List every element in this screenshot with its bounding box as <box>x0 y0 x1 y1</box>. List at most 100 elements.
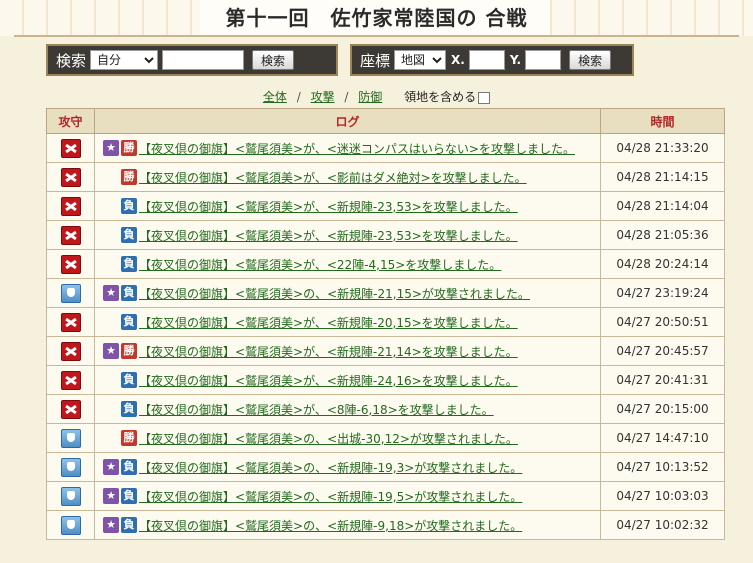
result-badge: 負 <box>121 517 137 533</box>
result-badge: 負 <box>121 198 137 214</box>
table-row: ★ 負【夜叉倶の御旗】<鷲尾須美>の、<新規陣-9,18>が攻撃されました。 04/… <box>46 510 725 540</box>
table-row: 負【夜叉倶の御旗】<鷲尾須美>が、<新規陣-23,53>を攻撃しました。 04/2… <box>46 220 725 250</box>
log-entry-link[interactable]: 【夜叉倶の御旗】<鷲尾須美>が、<迷迷コンパスはいらない>を攻撃しました。 <box>139 142 575 156</box>
result-badge: 勝 <box>121 343 137 359</box>
crossed-swords-icon <box>60 196 81 216</box>
table-row: ★ 勝【夜叉倶の御旗】<鷲尾須美>が、<迷迷コンパスはいらない>を攻撃しました。 0… <box>46 133 725 163</box>
header-att: 攻守 <box>46 108 95 134</box>
cell-type <box>46 365 95 395</box>
cell-log: 負【夜叉倶の御旗】<鷲尾須美>が、<新規陣-20,15>を攻撃しました。 <box>94 307 601 337</box>
filter-separator: / <box>344 90 349 104</box>
table-row: 負【夜叉倶の御旗】<鷲尾須美>が、<22陣-4,15>を攻撃しました。 04/28… <box>46 249 725 279</box>
crossed-swords-icon <box>60 138 81 158</box>
cell-time: 04/27 10:13:52 <box>600 452 725 482</box>
cell-type <box>46 278 95 308</box>
cell-time: 04/28 20:24:14 <box>600 249 725 279</box>
log-entry-link[interactable]: 【夜叉倶の御旗】<鷲尾須美>の、<新規陣-21,15>が攻撃されました。 <box>139 287 530 301</box>
map-select[interactable]: 地図 <box>394 50 447 70</box>
cell-type <box>46 133 95 163</box>
star-icon-placeholder <box>103 430 119 446</box>
star-icon-placeholder <box>103 227 119 243</box>
star-icon-placeholder <box>103 256 119 272</box>
cell-type <box>46 191 95 221</box>
search-type-select[interactable]: 自分 <box>90 50 159 70</box>
cell-type <box>46 510 95 540</box>
result-badge: 負 <box>121 488 137 504</box>
cell-time: 04/28 21:33:20 <box>600 133 725 163</box>
cell-time: 04/27 10:03:03 <box>600 481 725 511</box>
header-log: ログ <box>94 108 601 134</box>
y-label: Y. <box>509 53 522 67</box>
cell-type <box>46 220 95 250</box>
table-row: 勝【夜叉倶の御旗】<鷲尾須美>が、<影前はダメ絶対>を攻撃しました。 04/28 … <box>46 162 725 192</box>
include-territory-label: 領地を含める <box>404 90 477 104</box>
cell-type <box>46 452 95 482</box>
log-entry-link[interactable]: 【夜叉倶の御旗】<鷲尾須美>の、<新規陣-19,3>が攻撃されました。 <box>139 461 522 475</box>
y-input[interactable] <box>525 50 562 70</box>
star-icon-placeholder <box>103 401 119 417</box>
search-panel: 検索 自分 検索 <box>46 44 338 76</box>
search-input[interactable] <box>162 50 245 70</box>
result-badge: 勝 <box>121 430 137 446</box>
shield-icon <box>60 515 81 535</box>
log-entry-link[interactable]: 【夜叉倶の御旗】<鷲尾須美>の、<新規陣-9,18>が攻撃されました。 <box>139 519 522 533</box>
cell-log: ★ 勝【夜叉倶の御旗】<鷲尾須美>が、<新規陣-21,14>を攻撃しました。 <box>94 336 601 366</box>
result-badge: 負 <box>121 227 137 243</box>
cell-time: 04/27 20:45:57 <box>600 336 725 366</box>
cell-log: 負【夜叉倶の御旗】<鷲尾須美>が、<新規陣-24,16>を攻撃しました。 <box>94 365 601 395</box>
log-entry-link[interactable]: 【夜叉倶の御旗】<鷲尾須美>が、<影前はダメ絶対>を攻撃しました。 <box>139 171 527 185</box>
log-entry-link[interactable]: 【夜叉倶の御旗】<鷲尾須美>が、<22陣-4,15>を攻撃しました。 <box>139 258 501 272</box>
x-input[interactable] <box>468 50 505 70</box>
search-button[interactable]: 検索 <box>252 50 295 70</box>
log-entry-link[interactable]: 【夜叉倶の御旗】<鷲尾須美>が、<新規陣-23,53>を攻撃しました。 <box>139 200 518 214</box>
result-badge: 勝 <box>121 169 137 185</box>
star-icon-placeholder <box>103 169 119 185</box>
cell-log: 負【夜叉倶の御旗】<鷲尾須美>が、<22陣-4,15>を攻撃しました。 <box>94 249 601 279</box>
cell-time: 04/28 21:14:04 <box>600 191 725 221</box>
cell-time: 04/27 10:02:32 <box>600 510 725 540</box>
header-time: 時間 <box>600 108 725 134</box>
cell-time: 04/28 21:05:36 <box>600 220 725 250</box>
table-row: ★ 負【夜叉倶の御旗】<鷲尾須美>の、<新規陣-19,5>が攻撃されました。 04/… <box>46 481 725 511</box>
cell-type <box>46 394 95 424</box>
log-entry-link[interactable]: 【夜叉倶の御旗】<鷲尾須美>の、<新規陣-19,5>が攻撃されました。 <box>139 490 522 504</box>
cell-type <box>46 307 95 337</box>
filter-attack-link[interactable]: 攻撃 <box>311 90 335 104</box>
cell-log: 負【夜叉倶の御旗】<鷲尾須美>が、<8陣-6,18>を攻撃しました。 <box>94 394 601 424</box>
cell-log: ★ 負【夜叉倶の御旗】<鷲尾須美>の、<新規陣-19,3>が攻撃されました。 <box>94 452 601 482</box>
result-badge: 負 <box>121 372 137 388</box>
crossed-swords-icon <box>60 312 81 332</box>
star-icon: ★ <box>103 343 119 359</box>
filter-all-link[interactable]: 全体 <box>263 90 287 104</box>
table-row: ★ 負【夜叉倶の御旗】<鷲尾須美>の、<新規陣-19,3>が攻撃されました。 04/… <box>46 452 725 482</box>
shield-icon <box>60 457 81 477</box>
log-entry-link[interactable]: 【夜叉倶の御旗】<鷲尾須美>が、<新規陣-23,53>を攻撃しました。 <box>139 229 518 243</box>
table-row: 勝【夜叉倶の御旗】<鷲尾須美>の、<出城-30,12>が攻撃されました。 04/2… <box>46 423 725 453</box>
cell-time: 04/27 20:50:51 <box>600 307 725 337</box>
cell-time: 04/27 23:19:24 <box>600 278 725 308</box>
log-entry-link[interactable]: 【夜叉倶の御旗】<鷲尾須美>が、<8陣-6,18>を攻撃しました。 <box>139 403 494 417</box>
log-entry-link[interactable]: 【夜叉倶の御旗】<鷲尾須美>が、<新規陣-20,15>を攻撃しました。 <box>139 316 518 330</box>
table-row: 負【夜叉倶の御旗】<鷲尾須美>が、<8陣-6,18>を攻撃しました。 04/27 … <box>46 394 725 424</box>
filter-separator: / <box>296 90 301 104</box>
star-icon-placeholder <box>103 314 119 330</box>
x-label: X. <box>451 53 465 67</box>
table-row: 負【夜叉倶の御旗】<鷲尾須美>が、<新規陣-23,53>を攻撃しました。 04/2… <box>46 191 725 221</box>
coord-search-button[interactable]: 検索 <box>569 50 612 70</box>
filter-defense-link[interactable]: 防御 <box>358 90 382 104</box>
log-entry-link[interactable]: 【夜叉倶の御旗】<鷲尾須美>の、<出城-30,12>が攻撃されました。 <box>139 432 518 446</box>
cell-type <box>46 336 95 366</box>
coord-label: 座標 <box>360 51 391 70</box>
result-badge: 負 <box>121 256 137 272</box>
cell-time: 04/27 20:15:00 <box>600 394 725 424</box>
filter-bar: 全体 / 攻撃 / 防御 領地を含める <box>0 88 753 105</box>
log-entry-link[interactable]: 【夜叉倶の御旗】<鷲尾須美>が、<新規陣-24,16>を攻撃しました。 <box>139 374 518 388</box>
battle-log-table: 攻守 ログ 時間 ★ 勝【夜叉倶の御旗】<鷲尾須美>が、<迷迷コンパスはいらない>… <box>46 108 725 540</box>
table-header-row: 攻守 ログ 時間 <box>46 108 725 134</box>
title-divider <box>14 35 739 37</box>
include-territory-checkbox[interactable] <box>478 91 491 104</box>
table-row: ★ 負【夜叉倶の御旗】<鷲尾須美>の、<新規陣-21,15>が攻撃されました。 04… <box>46 278 725 308</box>
log-entry-link[interactable]: 【夜叉倶の御旗】<鷲尾須美>が、<新規陣-21,14>を攻撃しました。 <box>139 345 518 359</box>
cell-type <box>46 423 95 453</box>
star-icon-placeholder <box>103 372 119 388</box>
